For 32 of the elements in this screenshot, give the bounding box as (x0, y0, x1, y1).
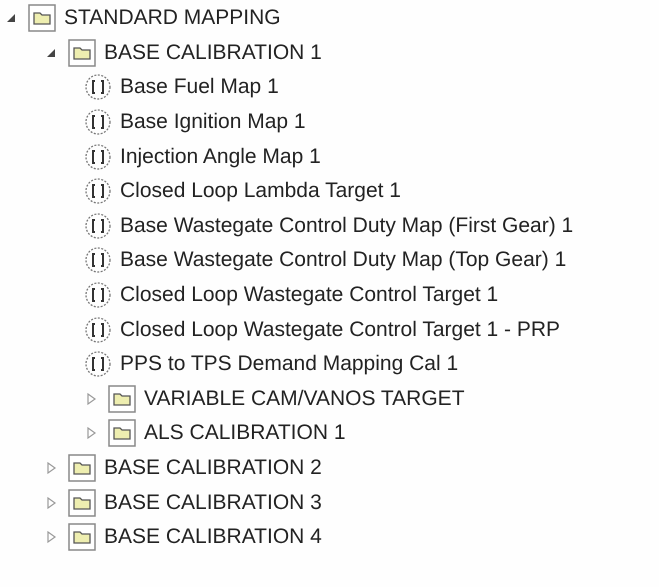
map-item-icon (84, 177, 112, 206)
map-item-icon (84, 108, 112, 136)
tree-item-label[interactable]: STANDARD MAPPING (64, 6, 281, 30)
tree-item-label[interactable]: Closed Loop Wastegate Control Target 1 - PRP (120, 318, 560, 342)
tree-item-label[interactable]: Closed Loop Wastegate Control Target 1 (120, 283, 498, 308)
map-item-icon (84, 316, 112, 344)
map-item-icon (84, 281, 112, 310)
tree-item-label[interactable]: Base Wastegate Control Duty Map (First Gear) 1 (120, 214, 574, 238)
tree-item-label[interactable]: BASE CALIBRATION 4 (104, 525, 322, 550)
tree-item-label[interactable]: Base Ignition Map 1 (120, 110, 306, 134)
map-item-icon (84, 246, 112, 274)
tree-item-label[interactable]: Base Wastegate Control Duty Map (Top Gear) 1 (120, 248, 566, 272)
map-item-icon (84, 212, 112, 240)
map-item-icon (84, 73, 112, 102)
tree-item-label[interactable]: PPS to TPS Demand Mapping Cal 1 (120, 352, 458, 376)
tree-item-label[interactable]: Injection Angle Map 1 (120, 144, 321, 169)
folder-icon (108, 419, 136, 448)
folder-icon (68, 523, 96, 552)
map-item-icon (84, 142, 112, 171)
map-item-icon (84, 350, 112, 378)
tree-item-label[interactable]: BASE CALIBRATION 2 (104, 456, 322, 480)
tree-item-label[interactable]: Closed Loop Lambda Target 1 (120, 179, 401, 204)
tree-item-label[interactable]: VARIABLE CAM/VANOS TARGET (144, 386, 465, 411)
tree-item-label[interactable]: Base Fuel Map 1 (120, 75, 279, 100)
folder-icon (68, 454, 96, 482)
folder-icon (68, 488, 96, 517)
tree-item-label[interactable]: ALS CALIBRATION 1 (144, 421, 346, 446)
folder-icon (28, 4, 56, 32)
tree-item-label[interactable]: BASE CALIBRATION 3 (104, 490, 322, 515)
folder-icon (68, 38, 96, 67)
tree-item-label[interactable]: BASE CALIBRATION 1 (104, 40, 322, 65)
folder-icon (108, 384, 136, 413)
